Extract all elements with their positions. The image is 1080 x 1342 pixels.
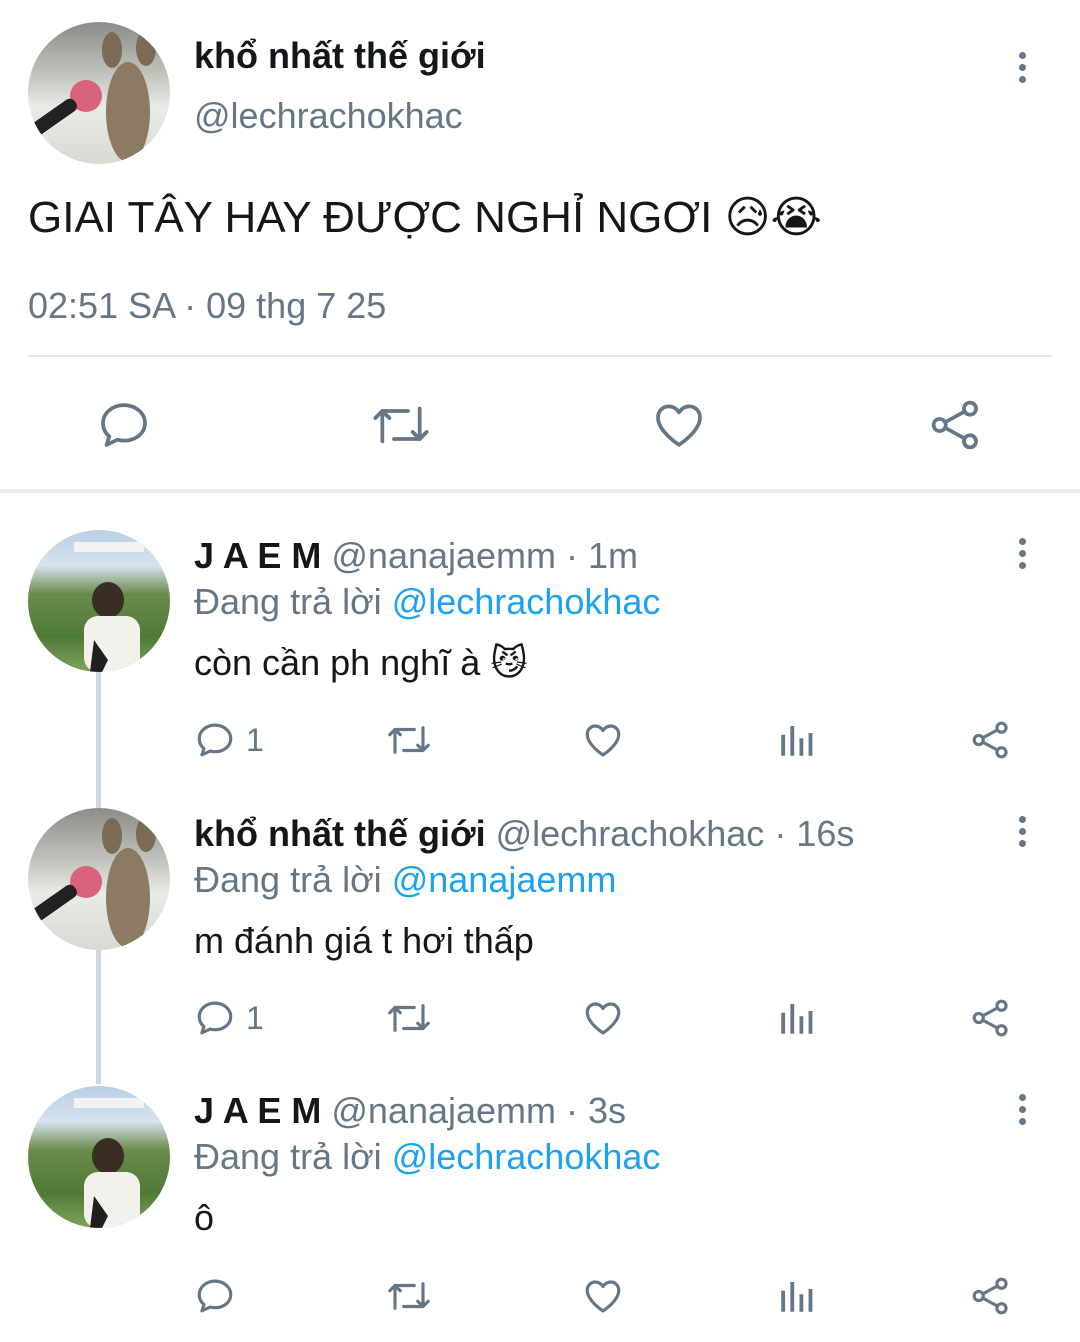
analytics-icon[interactable] — [776, 1275, 818, 1317]
main-avatar[interactable] — [28, 22, 170, 164]
reply-text: còn cần ph nghĩ à — [194, 642, 481, 683]
reply-avatar[interactable] — [28, 1086, 170, 1228]
reply-display-name[interactable]: khổ nhất thế giới — [194, 813, 486, 854]
reply-display-name[interactable]: J A E M — [194, 535, 321, 576]
thread-line — [96, 950, 101, 1084]
retweet-icon[interactable] — [386, 1275, 432, 1317]
replying-to-line: Đang trả lời @lechrachokhac — [194, 580, 660, 624]
comment-icon[interactable] — [194, 719, 236, 761]
more-options-icon[interactable] — [1016, 1094, 1028, 1130]
reply-text-row: ô — [194, 1196, 214, 1240]
reply-handle[interactable]: @lechrachokhac — [496, 813, 765, 854]
comment-icon[interactable] — [96, 397, 152, 453]
retweet-icon[interactable] — [386, 719, 432, 761]
reply-header: J A E M @nanajaemm · 3s — [194, 1089, 626, 1133]
main-tweet-emoji: 😥😭 — [724, 193, 822, 242]
reply-count: 1 — [246, 722, 264, 758]
replying-prefix: Đang trả lời — [194, 581, 382, 622]
main-handle[interactable]: @lechrachokhac — [194, 94, 463, 138]
replying-prefix: Đang trả lời — [194, 859, 382, 900]
section-divider — [0, 489, 1080, 493]
replying-to-link[interactable]: @lechrachokhac — [392, 581, 661, 622]
thread-line — [96, 672, 101, 808]
share-icon[interactable] — [970, 1275, 1012, 1317]
like-icon[interactable] — [582, 719, 624, 761]
reply-handle[interactable]: @nanajaemm — [331, 535, 556, 576]
retweet-icon[interactable] — [386, 997, 432, 1039]
reply-display-name[interactable]: J A E M — [194, 1090, 321, 1131]
like-icon[interactable] — [582, 997, 624, 1039]
like-icon[interactable] — [651, 397, 707, 453]
jaem-photo — [74, 542, 144, 672]
reply-handle[interactable]: @nanajaemm — [331, 1090, 556, 1131]
more-options-icon[interactable] — [1016, 816, 1028, 852]
retweet-icon[interactable] — [370, 397, 432, 453]
main-timestamp[interactable]: 02:51 SA · 09 thg 7 25 — [28, 284, 386, 328]
more-options-icon[interactable] — [1016, 52, 1028, 88]
replying-prefix: Đang trả lời — [194, 1136, 382, 1177]
comment-icon[interactable] — [194, 997, 236, 1039]
reply-time: · 16s — [774, 813, 855, 854]
analytics-icon[interactable] — [776, 719, 818, 761]
main-tweet-text: GIAI TÂY HAY ĐƯỢC NGHỈ NGƠI — [28, 193, 713, 242]
comment-icon[interactable] — [194, 1275, 236, 1317]
deer-photo — [31, 30, 156, 162]
like-icon[interactable] — [582, 1275, 624, 1317]
deer-photo — [31, 816, 156, 948]
share-icon[interactable] — [970, 997, 1012, 1039]
reply-count: 1 — [246, 1000, 264, 1036]
replying-to-link[interactable]: @nanajaemm — [392, 859, 617, 900]
main-tweet-text-row: GIAI TÂY HAY ĐƯỢC NGHỈ NGƠI 😥😭 — [28, 190, 822, 246]
reply-avatar[interactable] — [28, 808, 170, 950]
reply-avatar[interactable] — [28, 530, 170, 672]
reply-text-row: còn cần ph nghĩ à 😼 — [194, 641, 528, 685]
divider — [28, 355, 1052, 357]
replying-to-line: Đang trả lời @nanajaemm — [194, 858, 616, 902]
reply-text: m đánh giá t hơi thấp — [194, 920, 534, 961]
share-icon[interactable] — [928, 397, 984, 453]
reply-text-row: m đánh giá t hơi thấp — [194, 919, 534, 963]
more-options-icon[interactable] — [1016, 538, 1028, 574]
reply-emoji: 😼 — [490, 642, 528, 683]
replying-to-link[interactable]: @lechrachokhac — [392, 1136, 661, 1177]
main-display-name[interactable]: khổ nhất thế giới — [194, 34, 486, 78]
reply-header: khổ nhất thế giới @lechrachokhac · 16s — [194, 812, 854, 856]
replying-to-line: Đang trả lời @lechrachokhac — [194, 1135, 660, 1179]
jaem-photo — [74, 1098, 144, 1228]
reply-time: · 1m — [566, 535, 639, 576]
reply-header: J A E M @nanajaemm · 1m — [194, 534, 638, 578]
analytics-icon[interactable] — [776, 997, 818, 1039]
share-icon[interactable] — [970, 719, 1012, 761]
reply-text: ô — [194, 1197, 215, 1238]
reply-time: · 3s — [566, 1090, 627, 1131]
